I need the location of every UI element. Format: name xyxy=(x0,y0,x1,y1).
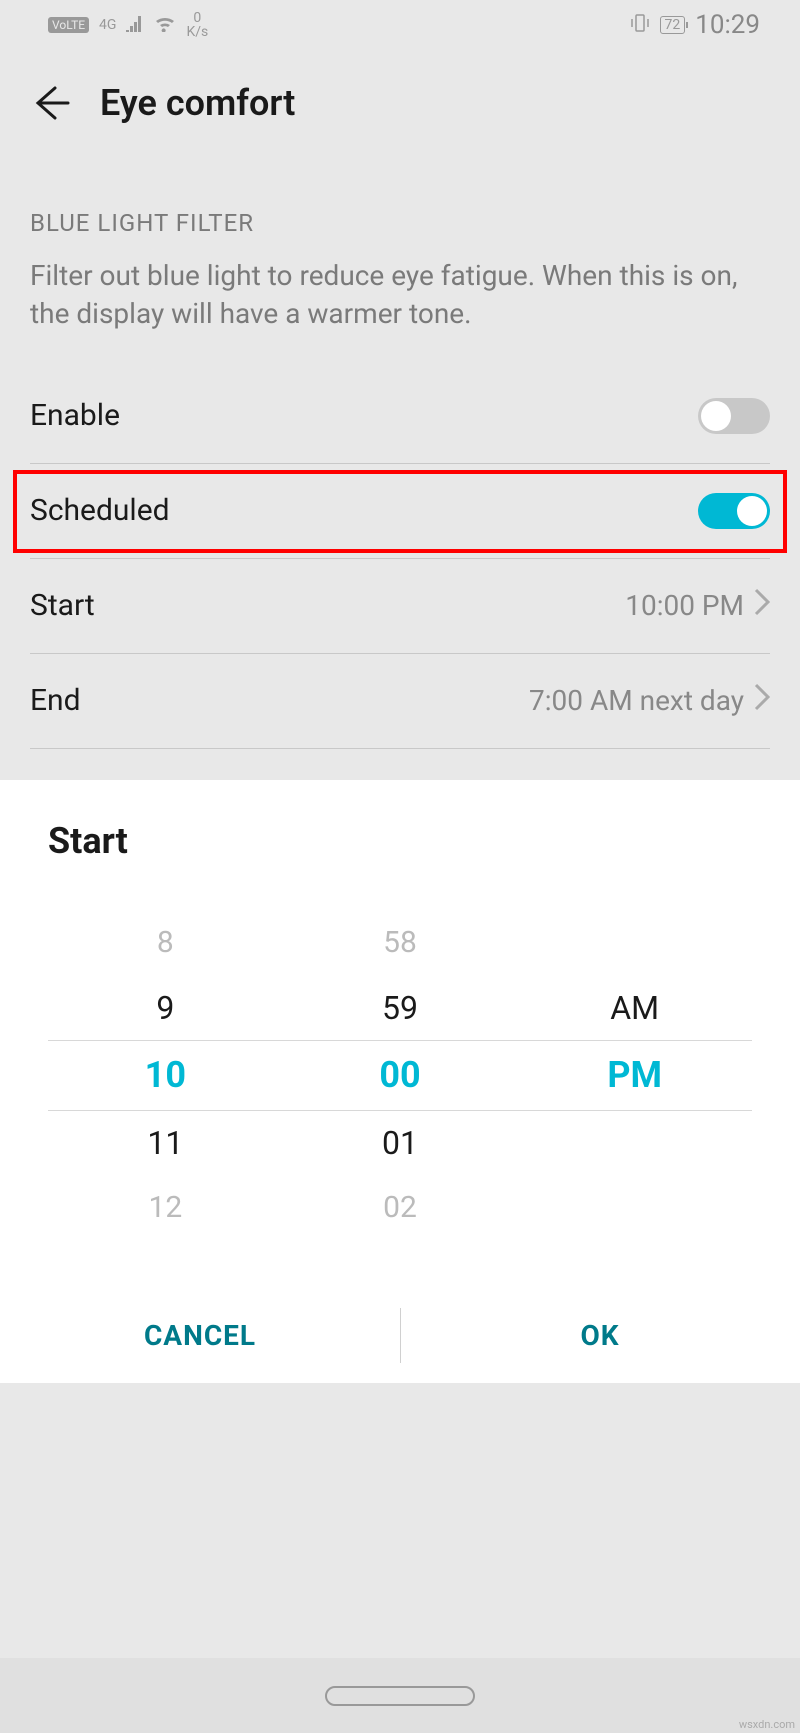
hour-wheel[interactable]: 8 9 10 11 12 xyxy=(48,910,283,1240)
end-value-group: 7:00 AM next day xyxy=(529,683,770,718)
wheel-item: 9 xyxy=(156,975,174,1040)
wheel-item: 02 xyxy=(383,1175,417,1240)
speed-indicator: 0 K/s xyxy=(186,11,208,39)
end-value: 7:00 AM next day xyxy=(529,684,744,717)
scheduled-label: Scheduled xyxy=(30,493,170,528)
home-pill[interactable] xyxy=(325,1686,475,1706)
page-title: Eye comfort xyxy=(100,82,295,124)
toggle-knob xyxy=(737,496,767,526)
statusbar-time: 10:29 xyxy=(695,10,760,40)
enable-toggle[interactable] xyxy=(698,398,770,434)
wheel-item: 59 xyxy=(382,975,418,1040)
ok-button[interactable]: OK xyxy=(400,1288,800,1383)
wheel-item: 8 xyxy=(157,910,174,975)
chevron-right-icon xyxy=(754,683,770,718)
minute-wheel[interactable]: 58 59 00 01 02 xyxy=(283,910,518,1240)
wheel-item: 58 xyxy=(383,910,417,975)
vibrate-icon xyxy=(630,13,650,37)
end-row[interactable]: End 7:00 AM next day xyxy=(30,654,770,749)
enable-label: Enable xyxy=(30,398,120,433)
wheel-item-selected: 00 xyxy=(379,1040,420,1110)
wheel-item: AM xyxy=(610,975,659,1040)
section-label: BLUE LIGHT FILTER xyxy=(30,155,770,257)
time-picker-panel: Start 8 9 10 11 12 58 59 00 01 02 . AM P… xyxy=(0,780,800,1383)
section-description: Filter out blue light to reduce eye fati… xyxy=(30,257,770,369)
content: BLUE LIGHT FILTER Filter out blue light … xyxy=(0,155,800,749)
wifi-icon xyxy=(154,13,176,37)
nav-bar xyxy=(0,1658,800,1733)
scheduled-row[interactable]: Scheduled xyxy=(30,464,770,559)
battery-indicator: 72 xyxy=(660,16,686,34)
end-label: End xyxy=(30,683,81,718)
toggle-knob xyxy=(701,401,731,431)
status-right: 72 10:29 xyxy=(630,10,761,40)
network-indicator: 4G xyxy=(99,17,116,33)
start-value-group: 10:00 PM xyxy=(625,588,770,623)
enable-row[interactable]: Enable xyxy=(30,369,770,464)
signal-icon xyxy=(126,13,144,37)
wheel-item: 11 xyxy=(147,1110,183,1175)
volte-badge: VoLTE xyxy=(48,17,89,33)
scheduled-toggle[interactable] xyxy=(698,493,770,529)
start-row[interactable]: Start 10:00 PM xyxy=(30,559,770,654)
back-icon[interactable] xyxy=(30,83,70,123)
wheel-item-selected: 10 xyxy=(145,1040,186,1110)
status-left: VoLTE 4G 0 K/s xyxy=(48,11,208,39)
wheel-item: 12 xyxy=(148,1175,182,1240)
chevron-right-icon xyxy=(754,588,770,623)
cancel-button[interactable]: CANCEL xyxy=(0,1288,400,1383)
header: Eye comfort xyxy=(0,50,800,155)
start-value: 10:00 PM xyxy=(625,589,744,622)
start-label: Start xyxy=(30,588,95,623)
wheel-item-selected: PM xyxy=(607,1040,662,1110)
status-bar: VoLTE 4G 0 K/s 72 10:29 xyxy=(0,0,800,50)
ampm-wheel[interactable]: . AM PM . . xyxy=(517,910,752,1240)
picker-wheels: 8 9 10 11 12 58 59 00 01 02 . AM PM . . xyxy=(48,910,752,1240)
picker-actions: CANCEL OK xyxy=(0,1288,800,1383)
watermark: wsxdn.com xyxy=(739,1718,795,1731)
picker-title: Start xyxy=(0,820,800,910)
wheel-item: 01 xyxy=(382,1110,418,1175)
